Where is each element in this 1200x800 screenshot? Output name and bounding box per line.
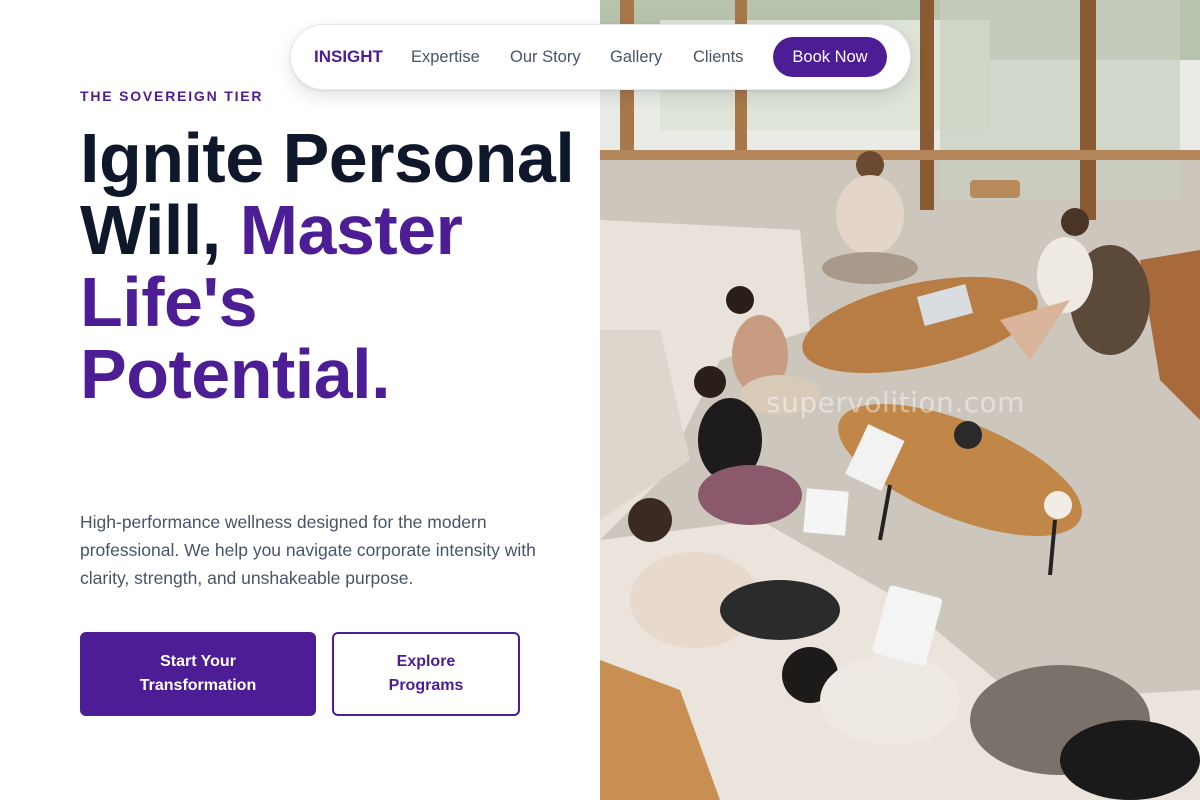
primary-button-line-1: Start Your	[160, 653, 236, 670]
hero-section: THE SOVEREIGN TIER Ignite Personal Will,…	[0, 0, 600, 800]
start-transformation-label: Start Your Transformation	[140, 650, 256, 698]
secondary-button-line-1: Explore	[396, 653, 456, 670]
nav-link-gallery[interactable]: Gallery	[610, 48, 662, 67]
nav-link-clients[interactable]: Clients	[693, 48, 743, 67]
start-transformation-button[interactable]: Start Your Transformation	[80, 632, 316, 716]
nav-link-expertise[interactable]: Expertise	[411, 48, 480, 67]
hero-eyebrow: THE SOVEREIGN TIER	[80, 88, 264, 104]
photo-watermark: supervolition.com	[766, 386, 1025, 419]
explore-programs-button[interactable]: Explore Programs	[332, 632, 520, 716]
secondary-button-line-2: Programs	[388, 677, 464, 694]
nav-link-our-story[interactable]: Our Story	[510, 48, 581, 67]
hero-headline: Ignite Personal Will, Master Life's Pote…	[80, 122, 580, 410]
book-now-button[interactable]: Book Now	[773, 37, 887, 77]
hero-subcopy: High-performance wellness designed for t…	[80, 512, 536, 588]
explore-programs-label: Explore Programs	[389, 650, 464, 698]
landing-page: THE SOVEREIGN TIER Ignite Personal Will,…	[0, 0, 1200, 800]
primary-button-line-2: Transformation	[139, 677, 257, 694]
top-nav: INSIGHT Expertise Our Story Gallery Clie…	[290, 24, 911, 90]
brand-logo[interactable]: INSIGHT	[314, 47, 383, 67]
